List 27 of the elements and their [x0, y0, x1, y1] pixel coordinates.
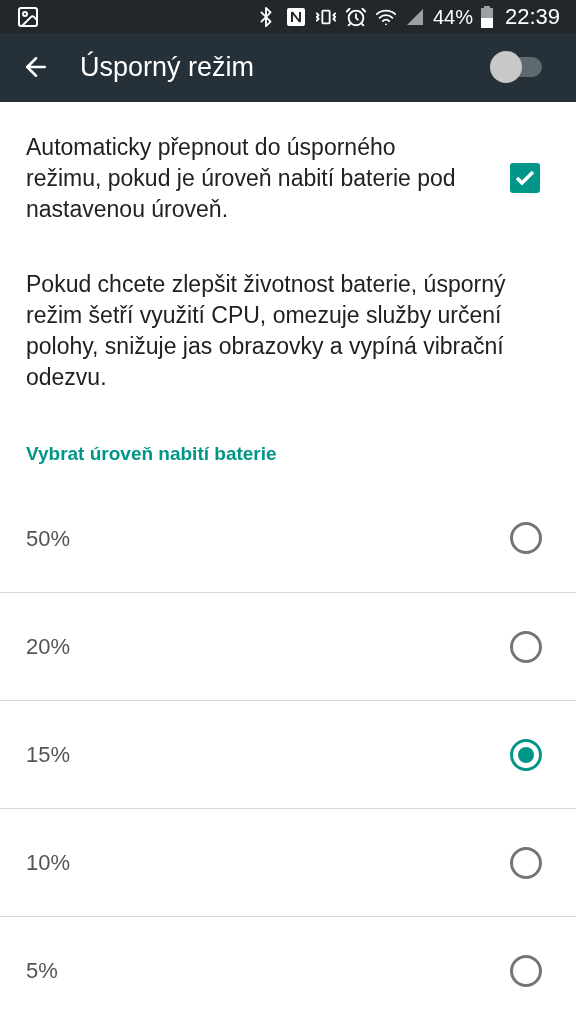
- battery-percent: 44%: [432, 4, 473, 30]
- radio-button[interactable]: [510, 846, 542, 879]
- option-label: 20%: [26, 633, 71, 661]
- option-label: 10%: [26, 849, 71, 877]
- radio-option[interactable]: 50%: [0, 484, 576, 592]
- option-label: 5%: [26, 957, 58, 985]
- radio-option[interactable]: 15%: [0, 700, 576, 808]
- radio-button[interactable]: [510, 738, 542, 771]
- clock: 22:39: [504, 3, 560, 31]
- toolbar-title: Úsporný režim: [80, 50, 255, 84]
- image-icon: [16, 4, 40, 29]
- toggle-switch[interactable]: [490, 51, 544, 84]
- radio-button[interactable]: [510, 954, 542, 987]
- radio-button[interactable]: [510, 630, 542, 663]
- description: Pokud chcete zlepšit životnost baterie, úsporný režim šetří využití CPU, omezuje služby určení polohy, snižuje jas obrazovky a vypíná vibrační odezvu.: [25, 269, 507, 392]
- radio-option[interactable]: 10%: [0, 808, 576, 916]
- checkbox[interactable]: [510, 163, 540, 193]
- battery-icon: [480, 5, 493, 28]
- section-title: Vybrat úroveň nabití baterie: [25, 441, 278, 466]
- radio-button[interactable]: [510, 522, 542, 554]
- alarm-icon: [344, 5, 367, 28]
- radio-option[interactable]: 20%: [0, 592, 576, 700]
- nfc-icon: [284, 5, 307, 28]
- option-label: 15%: [26, 741, 71, 769]
- auto-switch-label: Automaticky přepnout do úsporného režimu, pokud je úroveň nabití baterie pod nastavenou úroveň.: [26, 132, 456, 224]
- radio-option[interactable]: 5%: [0, 916, 576, 1024]
- option-label: 50%: [26, 524, 71, 553]
